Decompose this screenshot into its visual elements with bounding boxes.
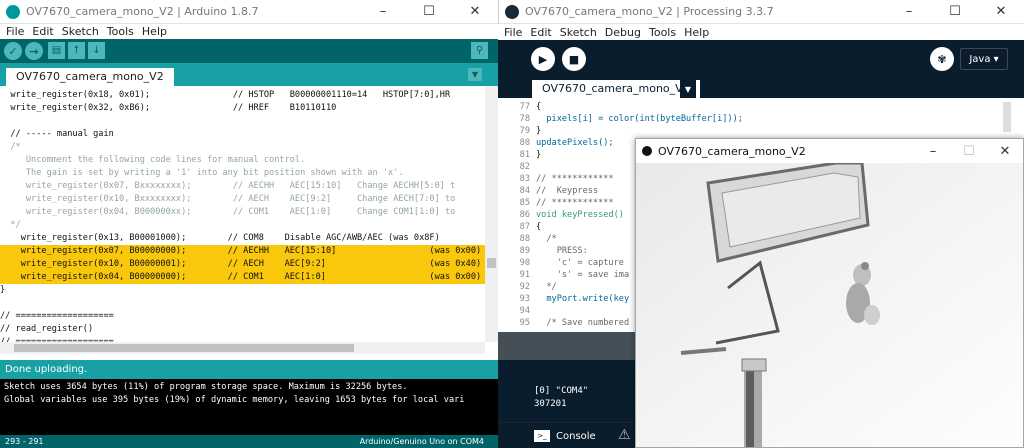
console-icon: >_ xyxy=(534,430,550,442)
processing-titlebar: OV7670_camera_mono_V2 | Processing 3.3.7… xyxy=(498,0,1024,24)
camera-image xyxy=(636,161,1023,447)
processing-logo-icon xyxy=(642,146,652,156)
tab-menu-icon[interactable]: ▼ xyxy=(680,80,696,98)
editor-horizontal-scrollbar[interactable] xyxy=(0,342,485,354)
menu-tools[interactable]: Tools xyxy=(649,26,676,39)
maximize-button[interactable]: ☐ xyxy=(406,0,452,24)
menu-edit[interactable]: Edit xyxy=(32,25,53,38)
code-line: write_register(0x10, Bxxxxxxxx); // AECH… xyxy=(0,194,456,204)
menu-sketch[interactable]: Sketch xyxy=(62,25,99,38)
scroll-thumb[interactable] xyxy=(487,258,496,268)
arduino-window: OV7670_camera_mono_V2 | Arduino 1.8.7 – … xyxy=(0,0,498,448)
close-button[interactable]: ✕ xyxy=(978,0,1024,24)
menu-file[interactable]: File xyxy=(6,25,24,38)
arduino-toolbar: ✓ → ▤ ↑ ↓ ⚲ xyxy=(0,39,498,63)
menu-help[interactable]: Help xyxy=(684,26,709,39)
arduino-tabbar: OV7670_camera_mono_V2 ▼ xyxy=(0,63,498,86)
close-button[interactable]: ✕ xyxy=(452,0,498,24)
editor-vertical-scrollbar[interactable] xyxy=(485,86,498,342)
mode-selector[interactable]: Java ▾ xyxy=(960,48,1008,70)
minimize-button[interactable]: – xyxy=(915,139,951,163)
menu-help[interactable]: Help xyxy=(142,25,167,38)
code-line: // ----- manual gain xyxy=(0,129,114,139)
arduino-code-editor[interactable]: write_register(0x18, 0x01); // HSTOP B00… xyxy=(0,86,485,342)
camera-image-graphic xyxy=(636,161,1023,447)
upload-icon[interactable]: → xyxy=(25,42,43,60)
console-button[interactable]: >_ Console xyxy=(534,427,596,445)
code-line: Uncomment the following code lines for m… xyxy=(0,155,306,165)
maximize-button[interactable]: ☐ xyxy=(951,139,987,163)
menu-sketch[interactable]: Sketch xyxy=(560,26,597,39)
code-line: 78 pixels[i] = color(int(byteBuffer[i]))… xyxy=(519,114,743,124)
processing-logo-icon xyxy=(505,4,519,19)
code-line: // =================== xyxy=(0,311,114,321)
code-line-highlighted: write_register(0x10, B00000001); // AECH… xyxy=(0,258,485,271)
menu-tools[interactable]: Tools xyxy=(107,25,134,38)
minimize-button[interactable]: – xyxy=(886,0,932,24)
arduino-console: Sketch uses 3654 bytes (11%) of program … xyxy=(0,379,498,435)
code-line: write_register(0x07, Bxxxxxxxx); // AECH… xyxy=(0,181,456,191)
tab-sketch[interactable]: OV7670_camera_mono_V2 xyxy=(532,80,700,98)
verify-icon[interactable]: ✓ xyxy=(4,42,22,60)
code-line: /* xyxy=(0,142,21,152)
console-button-label: Console xyxy=(556,430,596,442)
arduino-logo-icon xyxy=(6,4,20,19)
menu-edit[interactable]: Edit xyxy=(530,26,551,39)
menu-file[interactable]: File xyxy=(504,26,522,39)
close-button[interactable]: ✕ xyxy=(987,139,1023,163)
debug-butterfly-icon[interactable]: ✾ xyxy=(930,47,954,71)
arduino-footer: 293 - 291 Arduino/Genuino Uno on COM4 xyxy=(0,435,498,448)
processing-tabbar: OV7670_camera_mono_V2 ▼ xyxy=(498,80,1024,98)
code-line: write_register(0x32, 0xB6); // HREF B101… xyxy=(0,103,337,113)
code-line-highlighted: write_register(0x04, B00000000); // COM1… xyxy=(0,271,485,284)
processing-menubar: File Edit Sketch Debug Tools Help xyxy=(498,24,1024,40)
code-line: write_register(0x04, B000000xx); // COM1… xyxy=(0,207,456,217)
code-line: write_register(0x13, B00001000); // COM8… xyxy=(0,233,440,243)
board-port: Arduino/Genuino Uno on COM4 xyxy=(359,437,484,446)
tab-sketch[interactable]: OV7670_camera_mono_V2 xyxy=(6,68,174,86)
menu-debug[interactable]: Debug xyxy=(605,26,641,39)
console-line: Sketch uses 3654 bytes (11%) of program … xyxy=(4,382,408,392)
code-line: 77{ xyxy=(519,102,542,112)
arduino-menubar: File Edit Sketch Tools Help xyxy=(0,24,498,39)
new-sketch-icon[interactable]: ▤ xyxy=(48,42,65,59)
scroll-thumb[interactable] xyxy=(1003,102,1011,132)
minimize-button[interactable]: – xyxy=(360,0,406,24)
scroll-thumb[interactable] xyxy=(14,344,354,352)
sketch-window-title: OV7670_camera_mono_V2 xyxy=(658,144,806,158)
open-icon[interactable]: ↑ xyxy=(68,42,85,59)
upload-status: Done uploading. xyxy=(0,360,498,379)
arduino-titlebar: OV7670_camera_mono_V2 | Arduino 1.8.7 – … xyxy=(0,0,498,24)
code-line: 79} xyxy=(519,126,542,136)
arduino-window-title: OV7670_camera_mono_V2 | Arduino 1.8.7 xyxy=(26,5,259,18)
code-line-highlighted: write_register(0x07, B00000000); // AECH… xyxy=(0,245,485,258)
serial-monitor-icon[interactable]: ⚲ xyxy=(471,42,488,59)
sketch-titlebar: OV7670_camera_mono_V2 – ☐ ✕ xyxy=(636,139,1023,163)
warning-icon[interactable]: ⚠ xyxy=(618,427,631,443)
code-line: // read_register() xyxy=(0,324,94,334)
sketch-output-window: OV7670_camera_mono_V2 – ☐ ✕ xyxy=(635,138,1024,448)
code-line: } xyxy=(0,285,6,295)
maximize-button[interactable]: ☐ xyxy=(932,0,978,24)
code-line: write_register(0x18, 0x01); // HSTOP B00… xyxy=(0,90,451,100)
code-line: The gain is set by writing a '1' into an… xyxy=(0,168,404,178)
processing-window-title: OV7670_camera_mono_V2 | Processing 3.3.7 xyxy=(525,5,774,18)
save-icon[interactable]: ↓ xyxy=(88,42,105,59)
code-line: */ xyxy=(0,220,21,230)
tab-menu-icon[interactable]: ▼ xyxy=(468,68,482,81)
cursor-position: 293 - 291 xyxy=(5,437,44,446)
processing-toolbar: ▶ ■ ✾ Java ▾ xyxy=(498,40,1024,80)
run-icon[interactable]: ▶ xyxy=(531,47,555,71)
console-line: Global variables use 395 bytes (19%) of … xyxy=(4,395,465,405)
stop-icon[interactable]: ■ xyxy=(562,47,586,71)
